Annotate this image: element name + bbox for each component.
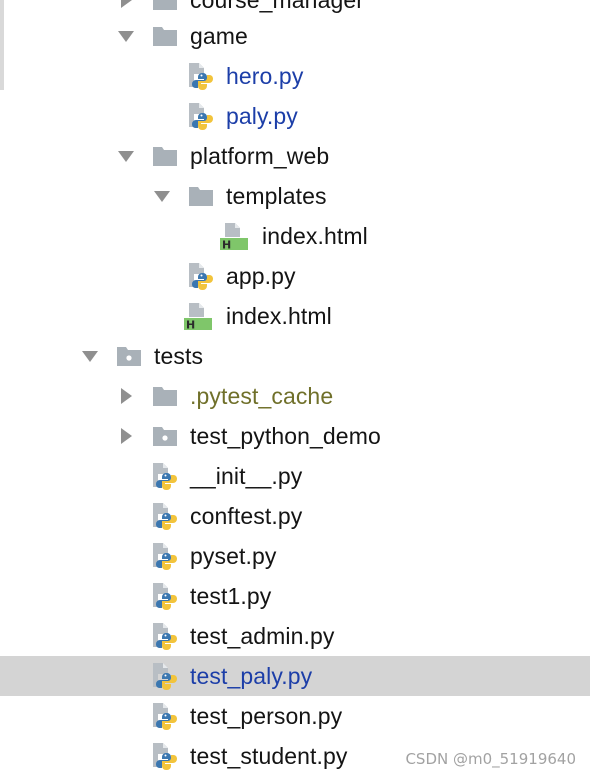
tree-item-conftest-py[interactable]: conftest.py	[0, 496, 590, 536]
chevron-right-icon[interactable]	[116, 386, 136, 406]
package-folder-icon	[152, 425, 182, 453]
python-file-icon	[149, 621, 179, 650]
python-file-icon	[149, 501, 179, 530]
folder-icon	[152, 385, 182, 413]
chevron-right-icon[interactable]	[116, 426, 136, 446]
chevron-right-icon[interactable]	[116, 0, 136, 10]
project-tree[interactable]: course_manager game hero.py paly.py platform…	[0, 0, 590, 777]
tree-item-pyset-py[interactable]: pyset.py	[0, 536, 590, 576]
watermark: CSDN @m0_51919640	[405, 750, 576, 768]
tree-item-paly-py[interactable]: paly.py	[0, 96, 590, 136]
tree-item-label: app.py	[226, 263, 296, 289]
tree-item-hero-py[interactable]: hero.py	[0, 56, 590, 96]
tree-item-label: index.html	[226, 303, 332, 329]
tree-item-label: test_python_demo	[190, 423, 381, 449]
tree-item-label: .pytest_cache	[190, 383, 334, 409]
tree-item-test1-py[interactable]: test1.py	[0, 576, 590, 616]
tree-item-label: test_student.py	[190, 743, 348, 769]
tree-item-test-admin-py[interactable]: test_admin.py	[0, 616, 590, 656]
tree-item-label: templates	[226, 183, 327, 209]
tree-item-app-py[interactable]: app.py	[0, 256, 590, 296]
tree-item-label: __init__.py	[190, 463, 303, 489]
tree-item-label: game	[190, 23, 248, 49]
python-file-icon	[149, 541, 179, 570]
chevron-down-icon[interactable]	[116, 26, 136, 46]
python-file-icon	[185, 101, 215, 130]
python-file-icon	[149, 461, 179, 490]
svg-text:H: H	[222, 239, 231, 252]
tree-item-tests[interactable]: tests	[0, 336, 590, 376]
tree-item-label: test_paly.py	[190, 663, 313, 689]
chevron-down-icon[interactable]	[116, 146, 136, 166]
tree-item-label: platform_web	[190, 143, 330, 169]
html-file-icon: H	[218, 221, 248, 252]
tree-item-pytest-cache[interactable]: .pytest_cache	[0, 376, 590, 416]
tree-item-game[interactable]: game	[0, 16, 590, 56]
chevron-down-icon[interactable]	[80, 346, 100, 366]
python-file-icon	[185, 261, 215, 290]
folder-icon	[152, 25, 182, 53]
tree-item-label: conftest.py	[190, 503, 303, 529]
tree-item-test-python-demo[interactable]: test_python_demo	[0, 416, 590, 456]
folder-icon	[188, 185, 218, 213]
tree-item-test-person-py[interactable]: test_person.py	[0, 696, 590, 736]
tree-item-label: tests	[154, 343, 204, 369]
tree-item-init-py[interactable]: __init__.py	[0, 456, 590, 496]
python-file-icon	[149, 661, 179, 690]
folder-icon	[152, 145, 182, 173]
tree-item-label: test1.py	[190, 583, 272, 609]
html-file-icon: H	[182, 301, 212, 332]
package-folder-icon	[116, 345, 146, 373]
svg-text:H: H	[186, 319, 195, 332]
tree-item-label: pyset.py	[190, 543, 277, 569]
tree-item-test-paly-py[interactable]: test_paly.py	[0, 656, 590, 696]
python-file-icon	[149, 581, 179, 610]
tree-item-label: hero.py	[226, 63, 304, 89]
folder-icon	[152, 0, 182, 17]
python-file-icon	[185, 61, 215, 90]
python-file-icon	[149, 701, 179, 730]
tree-item-templates[interactable]: templates	[0, 176, 590, 216]
tree-item-index-html[interactable]: Hindex.html	[0, 216, 590, 256]
tree-item-label: paly.py	[226, 103, 298, 129]
tree-item-platform-web[interactable]: platform_web	[0, 136, 590, 176]
tree-item-label: test_person.py	[190, 703, 343, 729]
tree-item-label: index.html	[262, 223, 368, 249]
python-file-icon	[149, 741, 179, 770]
tree-item-index-html[interactable]: Hindex.html	[0, 296, 590, 336]
tree-item-label: test_admin.py	[190, 623, 335, 649]
chevron-down-icon[interactable]	[152, 186, 172, 206]
